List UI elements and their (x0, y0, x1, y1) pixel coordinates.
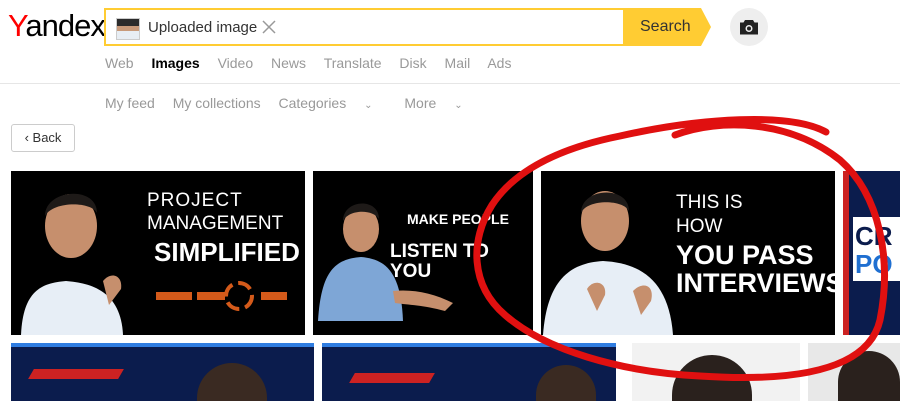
tab-web[interactable]: Web (105, 55, 134, 71)
search-input[interactable]: Uploaded image (148, 18, 257, 38)
accent-bar (11, 343, 314, 347)
back-button[interactable]: ‹ Back (11, 124, 75, 152)
tile-3-title-line-4: INTERVIEWS (676, 268, 835, 298)
subnav-more[interactable]: More ⌄ (404, 95, 476, 111)
result-image-6[interactable] (322, 343, 616, 401)
uploaded-image-thumbnail-icon[interactable] (116, 18, 140, 40)
person-head (838, 351, 900, 401)
search-button-label: Search (640, 18, 691, 35)
tile-2-title-line-1: MAKE PEOPLE (407, 211, 509, 227)
categories-label: Categories (278, 95, 347, 111)
red-shape (349, 373, 435, 383)
subnav-my-feed[interactable]: My feed (105, 95, 155, 111)
tab-video[interactable]: Video (218, 55, 254, 71)
images-subnav: My feed My collections Categories ⌄ More… (105, 95, 491, 111)
person-head (536, 365, 596, 401)
person-head (672, 355, 752, 401)
tab-news[interactable]: News (271, 55, 306, 71)
tab-translate[interactable]: Translate (324, 55, 382, 71)
subnav-categories[interactable]: Categories ⌄ (279, 95, 387, 111)
back-label: Back (32, 130, 62, 145)
search-button[interactable]: Search (623, 8, 711, 46)
process-cycle-graphic (156, 281, 287, 311)
logo-rest: andex (25, 8, 105, 43)
result-image-5[interactable] (11, 343, 314, 401)
tile-4-title-line-2: PO (855, 249, 893, 279)
red-shape (28, 369, 124, 379)
red-stripe (843, 171, 849, 335)
camera-icon (740, 20, 758, 35)
tile-3-title-line-3: YOU PASS (676, 240, 814, 270)
tab-disk[interactable]: Disk (399, 55, 426, 71)
camera-button[interactable] (730, 8, 768, 46)
close-icon[interactable] (260, 18, 278, 36)
tile-3-title-line-1: THIS IS (676, 192, 743, 213)
chevron-down-icon: ⌄ (364, 100, 373, 111)
header-divider (0, 83, 900, 84)
more-label: More (404, 95, 437, 111)
search-bar[interactable]: Uploaded image (104, 8, 624, 46)
subnav-my-collections[interactable]: My collections (173, 95, 261, 111)
chevron-down-icon: ⌄ (454, 100, 463, 111)
tile-3-title-line-2: HOW (676, 216, 723, 237)
result-image-4[interactable]: CR PO (843, 171, 900, 335)
result-image-3[interactable]: THIS IS HOW YOU PASS INTERVIEWS (541, 171, 835, 335)
result-image-7[interactable] (632, 343, 800, 401)
person-head (197, 363, 267, 401)
tab-ads[interactable]: Ads (487, 55, 511, 71)
search-tabs: Web Images Video News Translate Disk Mai… (105, 55, 525, 71)
result-image-8[interactable] (808, 343, 900, 401)
accent-bar (322, 343, 616, 347)
yandex-logo[interactable]: Yandex (8, 8, 106, 44)
result-image-1[interactable]: PROJECT MANAGEMENT SIMPLIFIED (11, 171, 305, 335)
chevron-left-icon: ‹ (24, 130, 29, 145)
logo-y: Y (8, 8, 26, 43)
tile-4-title-line-1: CR (855, 221, 893, 251)
tile-2-title-line-2: LISTEN TO YOU (390, 241, 489, 282)
result-image-2[interactable]: MAKE PEOPLE LISTEN TO YOU (313, 171, 533, 335)
tab-images[interactable]: Images (151, 55, 199, 71)
tab-mail[interactable]: Mail (445, 55, 471, 71)
